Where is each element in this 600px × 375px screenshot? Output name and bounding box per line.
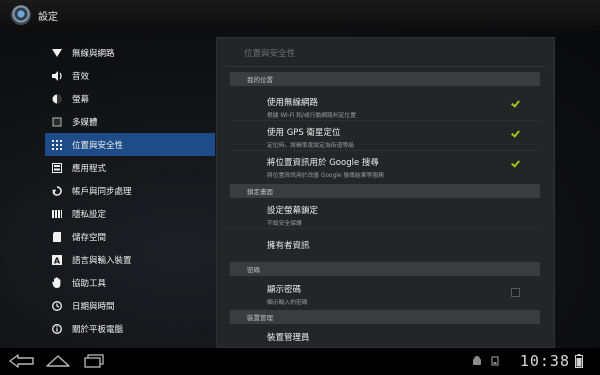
- recent-apps-icon: [84, 354, 104, 368]
- menu-item-about-tablet[interactable]: 關於平板電腦: [45, 317, 215, 340]
- settings-app-icon: [11, 5, 31, 25]
- menu-item-language-input[interactable]: A 語言與輸入裝置: [45, 248, 215, 271]
- pref-owner-info[interactable]: 擁有者資訊: [267, 239, 527, 251]
- wifi-icon: [51, 47, 63, 59]
- menu-item-label: 螢幕: [72, 94, 90, 105]
- menu-item-label: 帳戶與同步處理: [72, 186, 132, 197]
- menu-item-location-security[interactable]: 位置與安全性: [45, 133, 215, 156]
- home-button[interactable]: [44, 352, 72, 370]
- grid-lock-icon: [51, 139, 63, 151]
- google-search-checkbox[interactable]: [511, 160, 520, 169]
- pref-title: 設定螢幕鎖定: [267, 206, 319, 216]
- home-icon: [46, 355, 70, 367]
- pref-title: 顯示密碼: [267, 285, 302, 295]
- back-button[interactable]: [8, 352, 36, 370]
- menu-item-label: 多媒體: [72, 117, 98, 128]
- section-header-passwords: 密碼: [230, 262, 540, 276]
- privacy-icon: [51, 208, 63, 220]
- pref-summary: 不設安全保護: [267, 221, 302, 227]
- pref-device-administrators[interactable]: 裝置管理員: [267, 331, 527, 343]
- android-notification-icon[interactable]: [472, 356, 482, 366]
- menu-item-label: 隱私設定: [72, 209, 107, 220]
- pref-summary: 將位置資訊用於改善 Google 搜尋結果等服務: [267, 173, 384, 179]
- battery-icon[interactable]: [575, 354, 583, 368]
- speaker-icon: [51, 70, 63, 82]
- pref-set-screen-lock[interactable]: 設定螢幕鎖定 不設安全保護: [267, 204, 527, 227]
- menu-item-storage[interactable]: 儲存空間: [45, 225, 215, 248]
- divider: [225, 66, 546, 67]
- section-header-screen-unlock: 鎖定畫面: [230, 184, 540, 198]
- menu-item-sound[interactable]: 音效: [45, 64, 215, 87]
- storage-notification-icon[interactable]: [490, 356, 500, 366]
- menu-item-label: 關於平板電腦: [72, 324, 124, 335]
- menu-item-date-time[interactable]: 日期與時間: [45, 294, 215, 317]
- system-bar: 10:38: [0, 348, 600, 375]
- menu-item-label: 音效: [72, 71, 90, 82]
- divider: [230, 120, 540, 121]
- pref-show-password[interactable]: 顯示密碼 顯示輸入的密碼: [267, 283, 527, 306]
- menu-item-label: 應用程式: [72, 163, 107, 174]
- pref-title: 擁有者資訊: [267, 241, 310, 251]
- language-icon: A: [51, 254, 63, 266]
- show-password-checkbox[interactable]: [511, 288, 520, 297]
- svg-text:A: A: [54, 256, 61, 265]
- pref-title: 將位置資訊用於 Google 搜尋: [267, 158, 379, 168]
- back-icon: [9, 354, 34, 368]
- menu-item-label: 協助工具: [72, 278, 107, 289]
- menu-item-label: 位置與安全性: [72, 140, 124, 151]
- hand-icon: [51, 277, 63, 289]
- pref-title: 使用無線網路: [267, 98, 319, 108]
- menu-item-accessibility[interactable]: 協助工具: [45, 271, 215, 294]
- clock-icon: [51, 300, 63, 312]
- pref-use-wireless-networks[interactable]: 使用無線網路 根據 Wi-Fi 和/或行動網路判定位置: [267, 96, 527, 119]
- menu-item-screen[interactable]: 螢幕: [45, 87, 215, 110]
- title-bar: 設定: [0, 0, 600, 30]
- pref-title: 裝置管理員: [267, 333, 310, 343]
- info-icon: [51, 323, 63, 335]
- menu-item-wireless[interactable]: 無線與網路: [45, 41, 215, 64]
- settings-menu: 無線與網路 音效 螢幕 多媒體 位置與安全性 應用程式 帳戶與同步處理 隱私設定…: [45, 41, 215, 340]
- menu-item-media[interactable]: 多媒體: [45, 110, 215, 133]
- location-security-panel: 位置與安全性 我的位置 使用無線網路 根據 Wi-Fi 和/或行動網路判定位置 …: [216, 37, 555, 348]
- recent-apps-button[interactable]: [81, 352, 107, 370]
- menu-item-label: 日期與時間: [72, 301, 115, 312]
- pref-summary: 顯示輸入的密碼: [267, 300, 308, 306]
- menu-item-label: 語言與輸入裝置: [72, 255, 132, 266]
- apps-icon: [51, 162, 63, 174]
- menu-item-privacy[interactable]: 隱私設定: [45, 202, 215, 225]
- divider: [230, 150, 540, 151]
- menu-item-label: 無線與網路: [72, 48, 115, 59]
- menu-item-label: 儲存空間: [72, 232, 107, 243]
- pref-title: 使用 GPS 衛星定位: [267, 128, 341, 138]
- panel-title: 位置與安全性: [244, 49, 296, 59]
- section-header-device-admin: 裝置管理: [230, 310, 540, 324]
- app-title: 設定: [38, 11, 58, 23]
- pref-summary: 定位時，將精準度設定為街道等級: [267, 143, 354, 149]
- menu-item-accounts-sync[interactable]: 帳戶與同步處理: [45, 179, 215, 202]
- wireless-checkbox[interactable]: [511, 100, 520, 109]
- divider: [230, 228, 540, 229]
- storage-icon: [51, 231, 63, 243]
- section-header-my-location: 我的位置: [230, 72, 540, 86]
- menu-item-apps[interactable]: 應用程式: [45, 156, 215, 179]
- pref-summary: 根據 Wi-Fi 和/或行動網路判定位置: [267, 113, 357, 119]
- sync-icon: [51, 185, 63, 197]
- pref-use-gps[interactable]: 使用 GPS 衛星定位 定位時，將精準度設定為街道等級: [267, 126, 527, 149]
- brightness-icon: [51, 93, 63, 105]
- status-clock[interactable]: 10:38: [520, 352, 570, 370]
- gps-checkbox[interactable]: [511, 130, 520, 139]
- pref-location-google-search[interactable]: 將位置資訊用於 Google 搜尋 將位置資訊用於改善 Google 搜尋結果等…: [267, 156, 527, 179]
- media-icon: [51, 116, 63, 128]
